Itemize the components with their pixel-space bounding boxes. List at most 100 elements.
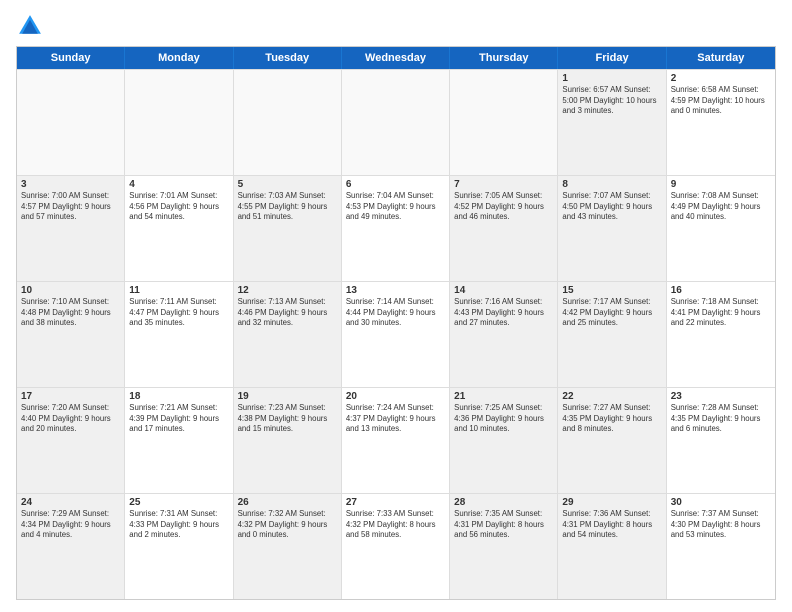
day-info: Sunrise: 7:29 AM Sunset: 4:34 PM Dayligh… xyxy=(21,509,120,541)
day-info: Sunrise: 6:57 AM Sunset: 5:00 PM Dayligh… xyxy=(562,85,661,117)
day-number: 26 xyxy=(238,497,337,508)
day-info: Sunrise: 7:11 AM Sunset: 4:47 PM Dayligh… xyxy=(129,297,228,329)
calendar-cell-12: 12Sunrise: 7:13 AM Sunset: 4:46 PM Dayli… xyxy=(234,282,342,387)
calendar-cell-17: 17Sunrise: 7:20 AM Sunset: 4:40 PM Dayli… xyxy=(17,388,125,493)
calendar-cell-15: 15Sunrise: 7:17 AM Sunset: 4:42 PM Dayli… xyxy=(558,282,666,387)
calendar-cell-16: 16Sunrise: 7:18 AM Sunset: 4:41 PM Dayli… xyxy=(667,282,775,387)
day-number: 19 xyxy=(238,391,337,402)
calendar-cell-27: 27Sunrise: 7:33 AM Sunset: 4:32 PM Dayli… xyxy=(342,494,450,599)
day-info: Sunrise: 7:36 AM Sunset: 4:31 PM Dayligh… xyxy=(562,509,661,541)
calendar-cell-21: 21Sunrise: 7:25 AM Sunset: 4:36 PM Dayli… xyxy=(450,388,558,493)
day-number: 12 xyxy=(238,285,337,296)
calendar-cell-28: 28Sunrise: 7:35 AM Sunset: 4:31 PM Dayli… xyxy=(450,494,558,599)
day-number: 22 xyxy=(562,391,661,402)
day-info: Sunrise: 7:17 AM Sunset: 4:42 PM Dayligh… xyxy=(562,297,661,329)
day-info: Sunrise: 7:20 AM Sunset: 4:40 PM Dayligh… xyxy=(21,403,120,435)
day-number: 7 xyxy=(454,179,553,190)
day-number: 30 xyxy=(671,497,771,508)
calendar-cell-3: 3Sunrise: 7:00 AM Sunset: 4:57 PM Daylig… xyxy=(17,176,125,281)
day-number: 27 xyxy=(346,497,445,508)
day-number: 20 xyxy=(346,391,445,402)
day-info: Sunrise: 7:05 AM Sunset: 4:52 PM Dayligh… xyxy=(454,191,553,223)
day-info: Sunrise: 7:21 AM Sunset: 4:39 PM Dayligh… xyxy=(129,403,228,435)
day-number: 14 xyxy=(454,285,553,296)
weekday-header-tuesday: Tuesday xyxy=(234,47,342,69)
day-info: Sunrise: 7:08 AM Sunset: 4:49 PM Dayligh… xyxy=(671,191,771,223)
day-info: Sunrise: 7:23 AM Sunset: 4:38 PM Dayligh… xyxy=(238,403,337,435)
day-info: Sunrise: 7:28 AM Sunset: 4:35 PM Dayligh… xyxy=(671,403,771,435)
calendar-cell-22: 22Sunrise: 7:27 AM Sunset: 4:35 PM Dayli… xyxy=(558,388,666,493)
calendar-cell-5: 5Sunrise: 7:03 AM Sunset: 4:55 PM Daylig… xyxy=(234,176,342,281)
weekday-header-friday: Friday xyxy=(558,47,666,69)
day-number: 21 xyxy=(454,391,553,402)
calendar-cell-18: 18Sunrise: 7:21 AM Sunset: 4:39 PM Dayli… xyxy=(125,388,233,493)
calendar-body: 1Sunrise: 6:57 AM Sunset: 5:00 PM Daylig… xyxy=(17,69,775,599)
calendar-cell-11: 11Sunrise: 7:11 AM Sunset: 4:47 PM Dayli… xyxy=(125,282,233,387)
day-number: 16 xyxy=(671,285,771,296)
day-number: 3 xyxy=(21,179,120,190)
calendar-row-2: 3Sunrise: 7:00 AM Sunset: 4:57 PM Daylig… xyxy=(17,175,775,281)
calendar-cell-26: 26Sunrise: 7:32 AM Sunset: 4:32 PM Dayli… xyxy=(234,494,342,599)
day-number: 4 xyxy=(129,179,228,190)
day-number: 28 xyxy=(454,497,553,508)
day-number: 11 xyxy=(129,285,228,296)
calendar-header: SundayMondayTuesdayWednesdayThursdayFrid… xyxy=(17,47,775,69)
calendar-cell-empty-0-1 xyxy=(125,70,233,175)
day-info: Sunrise: 7:27 AM Sunset: 4:35 PM Dayligh… xyxy=(562,403,661,435)
day-number: 17 xyxy=(21,391,120,402)
day-number: 9 xyxy=(671,179,771,190)
day-info: Sunrise: 7:37 AM Sunset: 4:30 PM Dayligh… xyxy=(671,509,771,541)
day-info: Sunrise: 7:24 AM Sunset: 4:37 PM Dayligh… xyxy=(346,403,445,435)
day-info: Sunrise: 7:07 AM Sunset: 4:50 PM Dayligh… xyxy=(562,191,661,223)
weekday-header-sunday: Sunday xyxy=(17,47,125,69)
calendar-cell-13: 13Sunrise: 7:14 AM Sunset: 4:44 PM Dayli… xyxy=(342,282,450,387)
calendar-cell-14: 14Sunrise: 7:16 AM Sunset: 4:43 PM Dayli… xyxy=(450,282,558,387)
day-number: 2 xyxy=(671,73,771,84)
day-number: 15 xyxy=(562,285,661,296)
calendar-cell-29: 29Sunrise: 7:36 AM Sunset: 4:31 PM Dayli… xyxy=(558,494,666,599)
calendar-cell-empty-0-3 xyxy=(342,70,450,175)
day-number: 24 xyxy=(21,497,120,508)
weekday-header-wednesday: Wednesday xyxy=(342,47,450,69)
day-info: Sunrise: 7:25 AM Sunset: 4:36 PM Dayligh… xyxy=(454,403,553,435)
day-number: 25 xyxy=(129,497,228,508)
day-info: Sunrise: 7:31 AM Sunset: 4:33 PM Dayligh… xyxy=(129,509,228,541)
day-info: Sunrise: 7:13 AM Sunset: 4:46 PM Dayligh… xyxy=(238,297,337,329)
logo xyxy=(16,12,48,40)
calendar-cell-9: 9Sunrise: 7:08 AM Sunset: 4:49 PM Daylig… xyxy=(667,176,775,281)
day-info: Sunrise: 7:16 AM Sunset: 4:43 PM Dayligh… xyxy=(454,297,553,329)
day-info: Sunrise: 7:10 AM Sunset: 4:48 PM Dayligh… xyxy=(21,297,120,329)
day-number: 1 xyxy=(562,73,661,84)
calendar-cell-empty-0-2 xyxy=(234,70,342,175)
calendar-cell-4: 4Sunrise: 7:01 AM Sunset: 4:56 PM Daylig… xyxy=(125,176,233,281)
day-info: Sunrise: 7:04 AM Sunset: 4:53 PM Dayligh… xyxy=(346,191,445,223)
day-number: 5 xyxy=(238,179,337,190)
calendar-row-5: 24Sunrise: 7:29 AM Sunset: 4:34 PM Dayli… xyxy=(17,493,775,599)
calendar-cell-25: 25Sunrise: 7:31 AM Sunset: 4:33 PM Dayli… xyxy=(125,494,233,599)
calendar-row-1: 1Sunrise: 6:57 AM Sunset: 5:00 PM Daylig… xyxy=(17,69,775,175)
calendar-cell-empty-0-0 xyxy=(17,70,125,175)
calendar-cell-23: 23Sunrise: 7:28 AM Sunset: 4:35 PM Dayli… xyxy=(667,388,775,493)
calendar-cell-19: 19Sunrise: 7:23 AM Sunset: 4:38 PM Dayli… xyxy=(234,388,342,493)
calendar-cell-10: 10Sunrise: 7:10 AM Sunset: 4:48 PM Dayli… xyxy=(17,282,125,387)
calendar-cell-20: 20Sunrise: 7:24 AM Sunset: 4:37 PM Dayli… xyxy=(342,388,450,493)
day-number: 6 xyxy=(346,179,445,190)
logo-icon xyxy=(16,12,44,40)
day-info: Sunrise: 7:14 AM Sunset: 4:44 PM Dayligh… xyxy=(346,297,445,329)
day-number: 13 xyxy=(346,285,445,296)
day-info: Sunrise: 7:18 AM Sunset: 4:41 PM Dayligh… xyxy=(671,297,771,329)
calendar: SundayMondayTuesdayWednesdayThursdayFrid… xyxy=(16,46,776,600)
calendar-row-4: 17Sunrise: 7:20 AM Sunset: 4:40 PM Dayli… xyxy=(17,387,775,493)
day-info: Sunrise: 7:03 AM Sunset: 4:55 PM Dayligh… xyxy=(238,191,337,223)
weekday-header-saturday: Saturday xyxy=(667,47,775,69)
calendar-cell-2: 2Sunrise: 6:58 AM Sunset: 4:59 PM Daylig… xyxy=(667,70,775,175)
day-number: 23 xyxy=(671,391,771,402)
day-info: Sunrise: 7:00 AM Sunset: 4:57 PM Dayligh… xyxy=(21,191,120,223)
weekday-header-monday: Monday xyxy=(125,47,233,69)
day-info: Sunrise: 6:58 AM Sunset: 4:59 PM Dayligh… xyxy=(671,85,771,117)
calendar-cell-empty-0-4 xyxy=(450,70,558,175)
calendar-cell-6: 6Sunrise: 7:04 AM Sunset: 4:53 PM Daylig… xyxy=(342,176,450,281)
day-info: Sunrise: 7:32 AM Sunset: 4:32 PM Dayligh… xyxy=(238,509,337,541)
day-number: 29 xyxy=(562,497,661,508)
calendar-cell-8: 8Sunrise: 7:07 AM Sunset: 4:50 PM Daylig… xyxy=(558,176,666,281)
